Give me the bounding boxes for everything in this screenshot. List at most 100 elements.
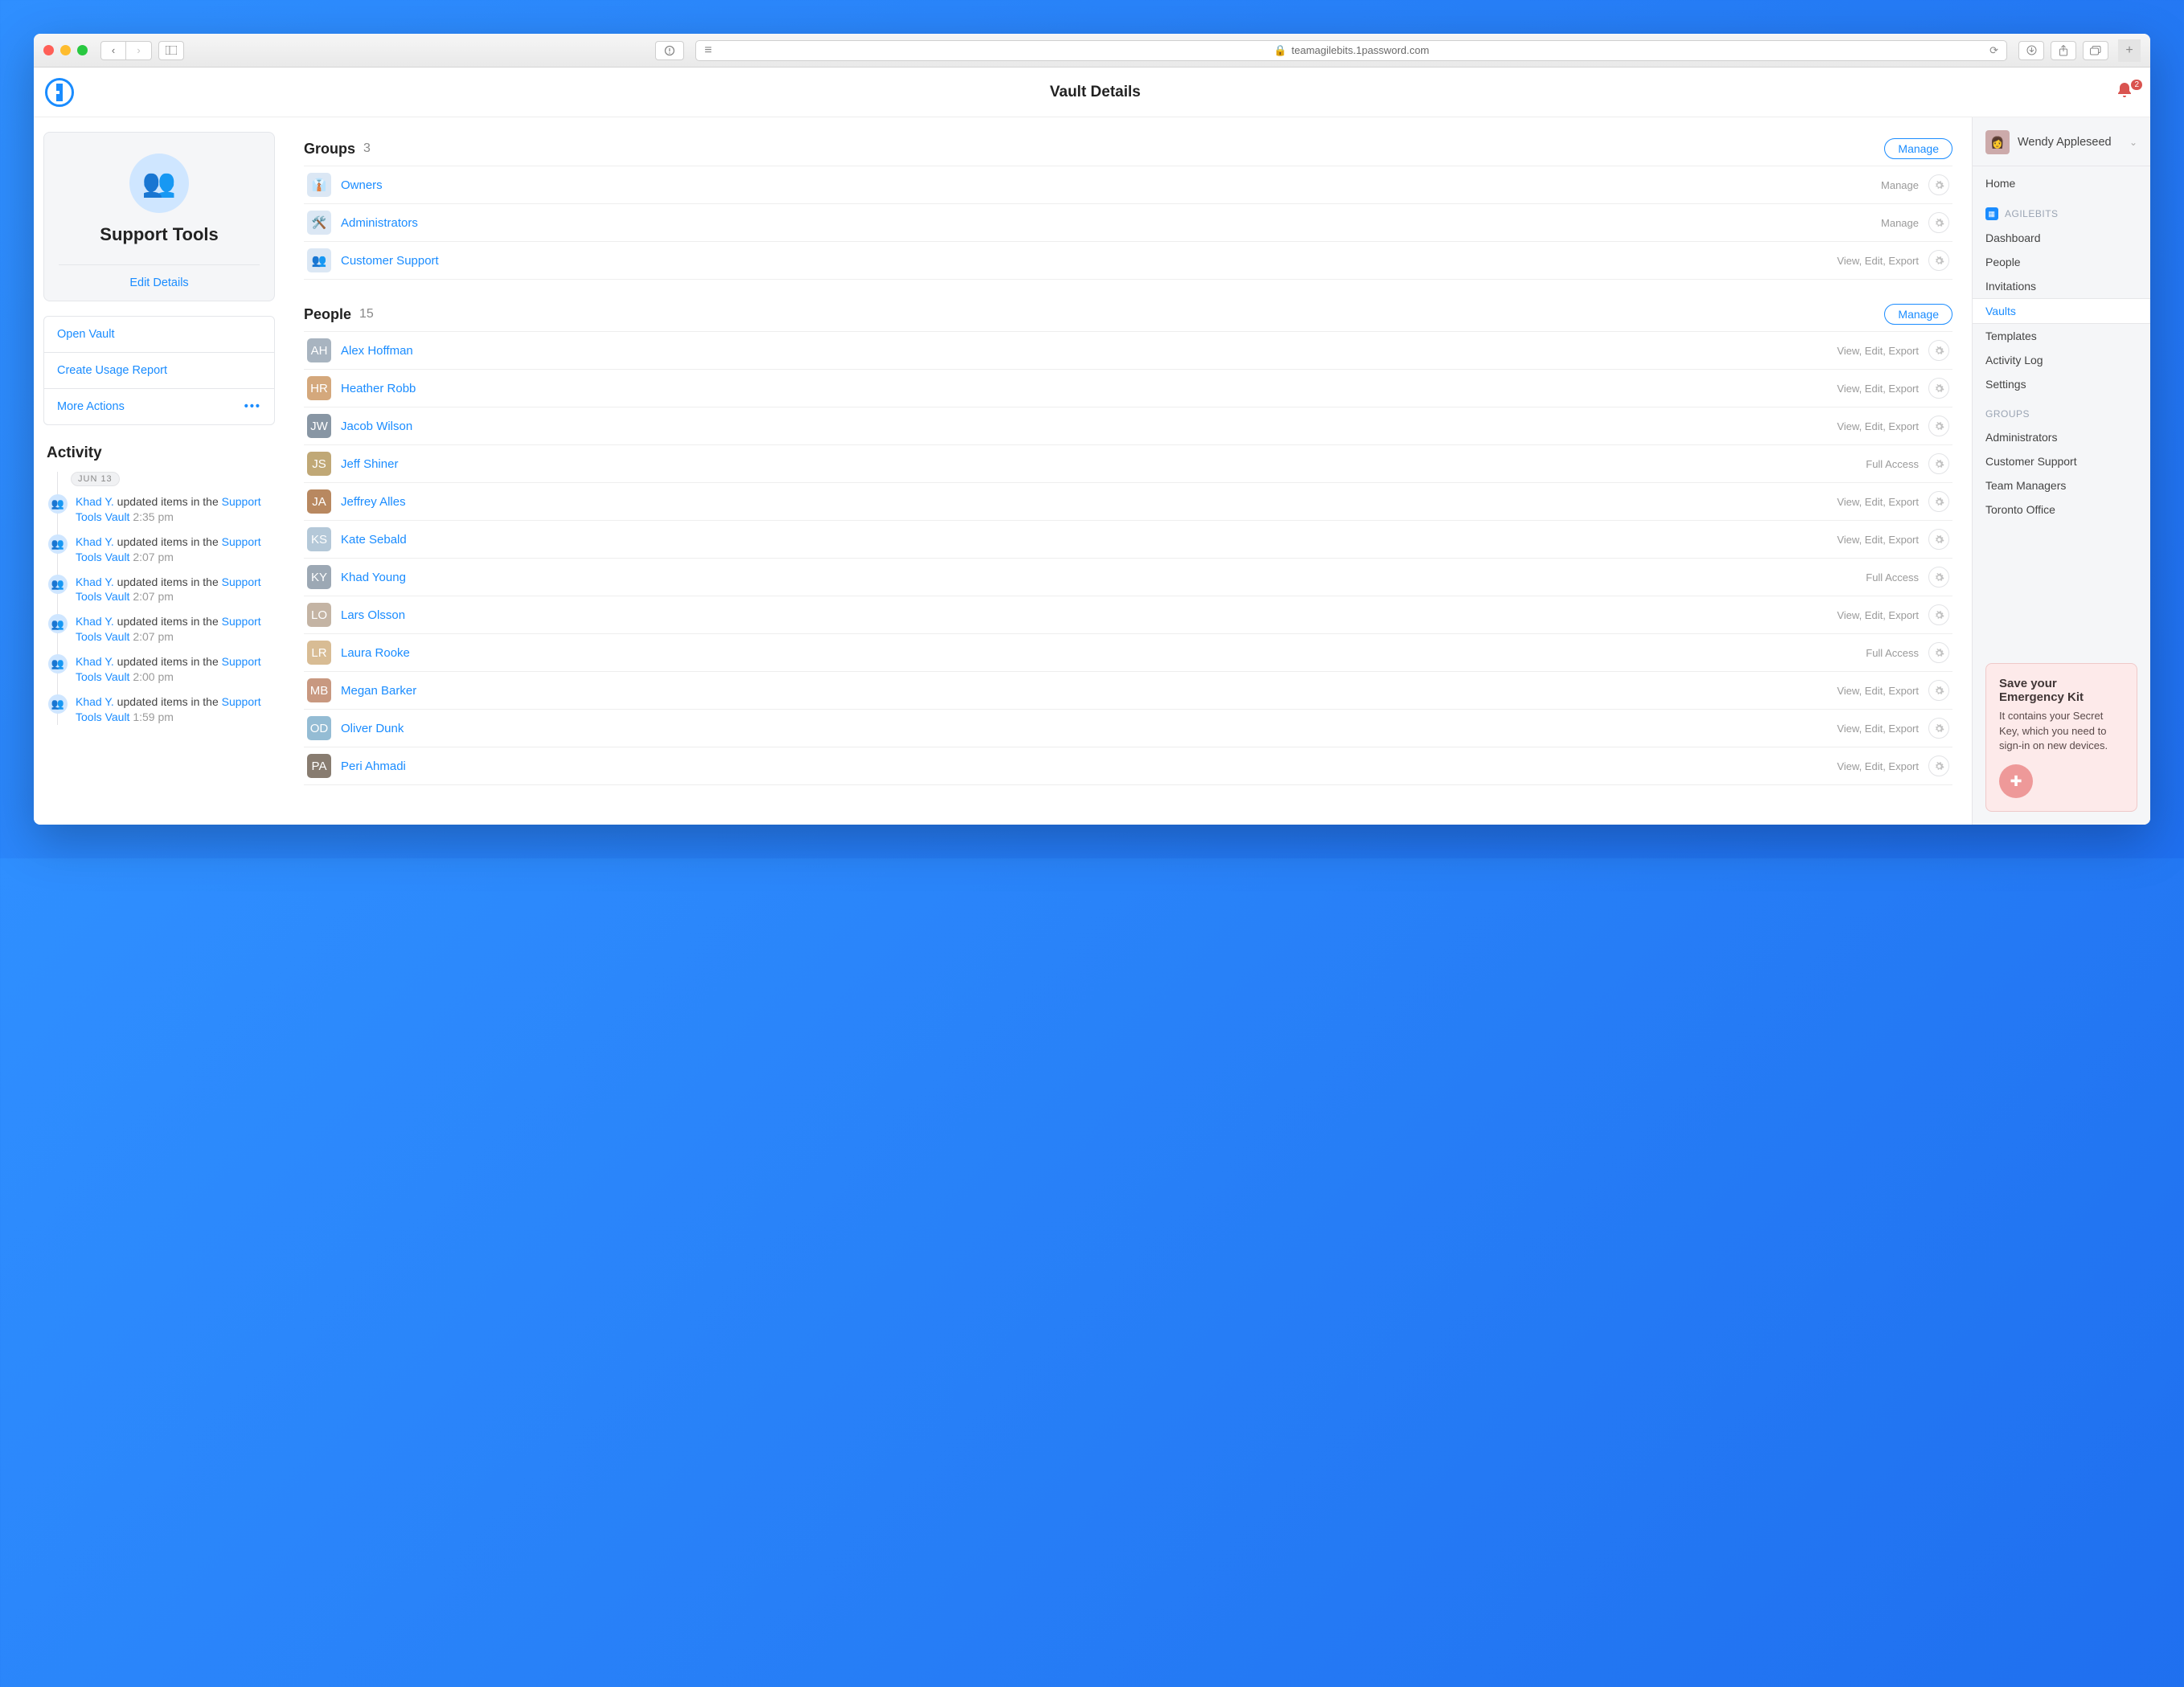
activity-item[interactable]: 👥Khad Y. updated items in the Support To… [48,614,275,645]
person-name-link[interactable]: Jacob Wilson [341,420,412,433]
person-row: JAJeffrey AllesView, Edit, Export [304,483,1952,521]
activity-item[interactable]: 👥Khad Y. updated items in the Support To… [48,575,275,605]
manage-people-button[interactable]: Manage [1884,304,1952,325]
nav-activity-log[interactable]: Activity Log [1973,348,2150,372]
person-settings-button[interactable] [1928,680,1949,701]
groups-section-head: Groups 3 Manage [304,138,1952,159]
user-avatar-icon: 👩 [1985,130,2010,154]
activity-item[interactable]: 👥Khad Y. updated items in the Support To… [48,694,275,725]
nav-dashboard[interactable]: Dashboard [1973,226,2150,250]
person-name-link[interactable]: Jeff Shiner [341,457,398,471]
sidebar-button[interactable] [158,41,184,60]
group-settings-button[interactable] [1928,212,1949,233]
person-row: AHAlex HoffmanView, Edit, Export [304,332,1952,370]
nav-group-item[interactable]: Team Managers [1973,473,2150,498]
person-settings-button[interactable] [1928,453,1949,474]
notifications-button[interactable]: 2 [2116,81,2139,104]
emergency-kit-body: It contains your Secret Key, which you n… [1999,709,2124,753]
group-settings-button[interactable] [1928,250,1949,271]
share-button[interactable] [2051,41,2076,60]
nav-templates[interactable]: Templates [1973,324,2150,348]
center-column: Groups 3 Manage 👔OwnersManage🛠️Administr… [285,117,1972,825]
group-settings-button[interactable] [1928,174,1949,195]
person-settings-button[interactable] [1928,529,1949,550]
new-tab-button[interactable]: + [2118,39,2141,62]
person-row: KSKate SebaldView, Edit, Export [304,521,1952,559]
emergency-kit-card[interactable]: Save your Emergency Kit It contains your… [1985,663,2137,812]
person-name-link[interactable]: Khad Young [341,571,406,584]
nav-people[interactable]: People [1973,250,2150,274]
privacy-report-button[interactable] [655,41,684,60]
back-button[interactable]: ‹ [100,41,126,60]
app-logo-icon[interactable] [45,78,74,107]
person-row: LRLaura RookeFull Access [304,634,1952,672]
person-permissions: View, Edit, Export [1837,609,1919,621]
person-row: LOLars OlssonView, Edit, Export [304,596,1952,634]
more-actions-button[interactable]: More Actions ••• [44,389,274,424]
group-name-link[interactable]: Administrators [341,216,418,230]
person-name-link[interactable]: Megan Barker [341,684,416,698]
nav-settings[interactable]: Settings [1973,372,2150,396]
downloads-button[interactable] [2018,41,2044,60]
nav-groups-heading: GROUPS [1973,403,2150,425]
vault-actions: Open Vault Create Usage Report More Acti… [43,316,275,425]
groups-count: 3 [363,141,371,156]
person-name-link[interactable]: Peri Ahmadi [341,760,406,773]
activity-item[interactable]: 👥Khad Y. updated items in the Support To… [48,534,275,565]
more-icon: ••• [244,400,261,413]
group-name-link[interactable]: Owners [341,178,383,192]
person-settings-button[interactable] [1928,755,1949,776]
activity-item[interactable]: 👥Khad Y. updated items in the Support To… [48,494,275,525]
user-menu[interactable]: 👩 Wendy Appleseed ⌄ [1973,117,2150,166]
address-bar[interactable]: ≡ 🔒 teamagilebits.1password.com ⟳ [695,40,2007,61]
forward-button[interactable]: › [126,41,152,60]
open-vault-button[interactable]: Open Vault [44,317,274,353]
activity-icon: 👥 [48,575,68,594]
app-header: Vault Details 2 [34,68,2150,117]
nav-invitations[interactable]: Invitations [1973,274,2150,298]
person-name-link[interactable]: Laura Rooke [341,646,410,660]
create-report-button[interactable]: Create Usage Report [44,353,274,389]
window-controls [43,45,88,55]
person-settings-button[interactable] [1928,491,1949,512]
group-name-link[interactable]: Customer Support [341,254,439,268]
gear-icon [1934,648,1944,658]
gear-icon [1934,459,1944,469]
nav-group-item[interactable]: Customer Support [1973,449,2150,473]
nav-home[interactable]: Home [1973,171,2150,195]
person-settings-button[interactable] [1928,340,1949,361]
close-window-icon[interactable] [43,45,54,55]
nav-vaults[interactable]: Vaults [1973,298,2150,324]
person-row: ODOliver DunkView, Edit, Export [304,710,1952,747]
onepassword-icon [53,84,66,101]
person-avatar-icon: JA [307,489,331,514]
person-settings-button[interactable] [1928,604,1949,625]
person-name-link[interactable]: Heather Robb [341,382,416,395]
share-icon [2059,45,2068,56]
maximize-window-icon[interactable] [77,45,88,55]
person-avatar-icon: KY [307,565,331,589]
refresh-icon[interactable]: ⟳ [1989,44,1998,57]
person-settings-button[interactable] [1928,718,1949,739]
user-name: Wendy Appleseed [2018,136,2112,149]
right-column: 👩 Wendy Appleseed ⌄ Home ▦ AGILEBITS Das… [1972,117,2150,825]
person-settings-button[interactable] [1928,567,1949,588]
tabs-button[interactable] [2083,41,2108,60]
edit-details-button[interactable]: Edit Details [59,264,260,301]
person-settings-button[interactable] [1928,378,1949,399]
person-settings-button[interactable] [1928,642,1949,663]
person-name-link[interactable]: Lars Olsson [341,608,405,622]
manage-groups-button[interactable]: Manage [1884,138,1952,159]
activity-item[interactable]: 👥Khad Y. updated items in the Support To… [48,654,275,685]
person-settings-button[interactable] [1928,416,1949,436]
person-name-link[interactable]: Jeffrey Alles [341,495,406,509]
reader-icon: ≡ [704,43,711,58]
gear-icon [1934,346,1944,356]
nav-group-item[interactable]: Administrators [1973,425,2150,449]
nav-back-forward: ‹ › [100,41,152,60]
person-name-link[interactable]: Alex Hoffman [341,344,413,358]
minimize-window-icon[interactable] [60,45,71,55]
nav-group-item[interactable]: Toronto Office [1973,498,2150,522]
person-name-link[interactable]: Kate Sebald [341,533,407,547]
person-name-link[interactable]: Oliver Dunk [341,722,404,735]
